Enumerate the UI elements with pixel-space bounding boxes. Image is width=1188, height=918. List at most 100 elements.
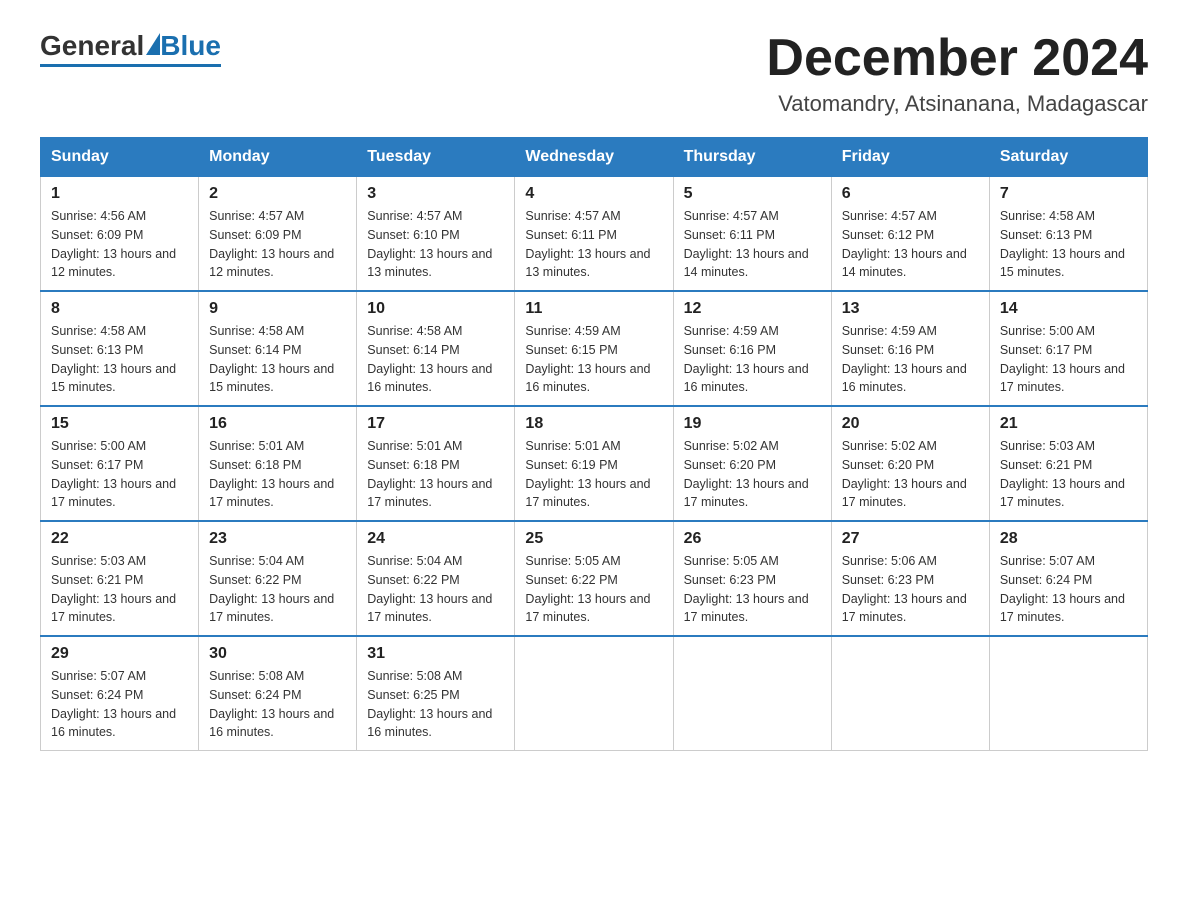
day-number: 30 — [209, 645, 346, 663]
day-cell-23: 23 Sunrise: 5:04 AMSunset: 6:22 PMDaylig… — [199, 521, 357, 636]
day-cell-25: 25 Sunrise: 5:05 AMSunset: 6:22 PMDaylig… — [515, 521, 673, 636]
week-row-1: 1 Sunrise: 4:56 AMSunset: 6:09 PMDayligh… — [41, 177, 1148, 292]
day-info: Sunrise: 4:57 AMSunset: 6:10 PMDaylight:… — [367, 209, 492, 279]
day-number: 24 — [367, 530, 504, 548]
day-cell-10: 10 Sunrise: 4:58 AMSunset: 6:14 PMDaylig… — [357, 291, 515, 406]
empty-cell — [515, 636, 673, 751]
day-cell-24: 24 Sunrise: 5:04 AMSunset: 6:22 PMDaylig… — [357, 521, 515, 636]
month-title: December 2024 — [766, 30, 1148, 87]
column-header-monday: Monday — [199, 138, 357, 177]
day-cell-8: 8 Sunrise: 4:58 AMSunset: 6:13 PMDayligh… — [41, 291, 199, 406]
day-cell-16: 16 Sunrise: 5:01 AMSunset: 6:18 PMDaylig… — [199, 406, 357, 521]
logo-general-text: General — [40, 30, 144, 62]
day-number: 5 — [684, 185, 821, 203]
day-number: 1 — [51, 185, 188, 203]
day-cell-7: 7 Sunrise: 4:58 AMSunset: 6:13 PMDayligh… — [989, 177, 1147, 292]
day-cell-28: 28 Sunrise: 5:07 AMSunset: 6:24 PMDaylig… — [989, 521, 1147, 636]
day-info: Sunrise: 5:00 AMSunset: 6:17 PMDaylight:… — [1000, 324, 1125, 394]
day-info: Sunrise: 5:07 AMSunset: 6:24 PMDaylight:… — [1000, 554, 1125, 624]
day-number: 18 — [525, 415, 662, 433]
column-header-thursday: Thursday — [673, 138, 831, 177]
day-cell-30: 30 Sunrise: 5:08 AMSunset: 6:24 PMDaylig… — [199, 636, 357, 751]
day-cell-2: 2 Sunrise: 4:57 AMSunset: 6:09 PMDayligh… — [199, 177, 357, 292]
day-info: Sunrise: 5:06 AMSunset: 6:23 PMDaylight:… — [842, 554, 967, 624]
logo-underline — [40, 64, 221, 67]
day-number: 27 — [842, 530, 979, 548]
day-number: 31 — [367, 645, 504, 663]
day-info: Sunrise: 4:59 AMSunset: 6:16 PMDaylight:… — [684, 324, 809, 394]
day-info: Sunrise: 5:03 AMSunset: 6:21 PMDaylight:… — [51, 554, 176, 624]
day-cell-6: 6 Sunrise: 4:57 AMSunset: 6:12 PMDayligh… — [831, 177, 989, 292]
day-cell-26: 26 Sunrise: 5:05 AMSunset: 6:23 PMDaylig… — [673, 521, 831, 636]
day-number: 13 — [842, 300, 979, 318]
day-cell-22: 22 Sunrise: 5:03 AMSunset: 6:21 PMDaylig… — [41, 521, 199, 636]
day-number: 7 — [1000, 185, 1137, 203]
day-info: Sunrise: 5:04 AMSunset: 6:22 PMDaylight:… — [209, 554, 334, 624]
day-cell-29: 29 Sunrise: 5:07 AMSunset: 6:24 PMDaylig… — [41, 636, 199, 751]
day-info: Sunrise: 5:01 AMSunset: 6:18 PMDaylight:… — [209, 439, 334, 509]
empty-cell — [989, 636, 1147, 751]
week-row-4: 22 Sunrise: 5:03 AMSunset: 6:21 PMDaylig… — [41, 521, 1148, 636]
day-info: Sunrise: 5:04 AMSunset: 6:22 PMDaylight:… — [367, 554, 492, 624]
day-number: 16 — [209, 415, 346, 433]
day-info: Sunrise: 5:08 AMSunset: 6:24 PMDaylight:… — [209, 669, 334, 739]
day-cell-15: 15 Sunrise: 5:00 AMSunset: 6:17 PMDaylig… — [41, 406, 199, 521]
day-cell-27: 27 Sunrise: 5:06 AMSunset: 6:23 PMDaylig… — [831, 521, 989, 636]
day-cell-9: 9 Sunrise: 4:58 AMSunset: 6:14 PMDayligh… — [199, 291, 357, 406]
logo-area: General Blue — [40, 30, 221, 67]
calendar-header-row: SundayMondayTuesdayWednesdayThursdayFrid… — [41, 138, 1148, 177]
day-cell-21: 21 Sunrise: 5:03 AMSunset: 6:21 PMDaylig… — [989, 406, 1147, 521]
day-info: Sunrise: 5:00 AMSunset: 6:17 PMDaylight:… — [51, 439, 176, 509]
day-number: 8 — [51, 300, 188, 318]
column-header-wednesday: Wednesday — [515, 138, 673, 177]
day-number: 21 — [1000, 415, 1137, 433]
day-cell-11: 11 Sunrise: 4:59 AMSunset: 6:15 PMDaylig… — [515, 291, 673, 406]
day-info: Sunrise: 4:59 AMSunset: 6:16 PMDaylight:… — [842, 324, 967, 394]
day-number: 3 — [367, 185, 504, 203]
empty-cell — [831, 636, 989, 751]
day-info: Sunrise: 4:56 AMSunset: 6:09 PMDaylight:… — [51, 209, 176, 279]
day-info: Sunrise: 4:57 AMSunset: 6:11 PMDaylight:… — [525, 209, 650, 279]
day-number: 20 — [842, 415, 979, 433]
day-info: Sunrise: 5:01 AMSunset: 6:18 PMDaylight:… — [367, 439, 492, 509]
week-row-3: 15 Sunrise: 5:00 AMSunset: 6:17 PMDaylig… — [41, 406, 1148, 521]
day-number: 28 — [1000, 530, 1137, 548]
day-cell-19: 19 Sunrise: 5:02 AMSunset: 6:20 PMDaylig… — [673, 406, 831, 521]
day-number: 14 — [1000, 300, 1137, 318]
day-number: 29 — [51, 645, 188, 663]
day-number: 11 — [525, 300, 662, 318]
calendar-table: SundayMondayTuesdayWednesdayThursdayFrid… — [40, 137, 1148, 751]
day-info: Sunrise: 4:58 AMSunset: 6:14 PMDaylight:… — [367, 324, 492, 394]
day-number: 9 — [209, 300, 346, 318]
day-info: Sunrise: 5:07 AMSunset: 6:24 PMDaylight:… — [51, 669, 176, 739]
day-info: Sunrise: 4:59 AMSunset: 6:15 PMDaylight:… — [525, 324, 650, 394]
day-cell-4: 4 Sunrise: 4:57 AMSunset: 6:11 PMDayligh… — [515, 177, 673, 292]
day-info: Sunrise: 4:57 AMSunset: 6:11 PMDaylight:… — [684, 209, 809, 279]
day-info: Sunrise: 5:01 AMSunset: 6:19 PMDaylight:… — [525, 439, 650, 509]
day-info: Sunrise: 5:02 AMSunset: 6:20 PMDaylight:… — [684, 439, 809, 509]
day-number: 22 — [51, 530, 188, 548]
day-cell-12: 12 Sunrise: 4:59 AMSunset: 6:16 PMDaylig… — [673, 291, 831, 406]
day-cell-3: 3 Sunrise: 4:57 AMSunset: 6:10 PMDayligh… — [357, 177, 515, 292]
day-info: Sunrise: 4:58 AMSunset: 6:13 PMDaylight:… — [1000, 209, 1125, 279]
day-info: Sunrise: 5:05 AMSunset: 6:22 PMDaylight:… — [525, 554, 650, 624]
day-number: 2 — [209, 185, 346, 203]
week-row-2: 8 Sunrise: 4:58 AMSunset: 6:13 PMDayligh… — [41, 291, 1148, 406]
day-cell-13: 13 Sunrise: 4:59 AMSunset: 6:16 PMDaylig… — [831, 291, 989, 406]
day-number: 4 — [525, 185, 662, 203]
title-area: December 2024 Vatomandry, Atsinanana, Ma… — [766, 30, 1148, 117]
day-cell-20: 20 Sunrise: 5:02 AMSunset: 6:20 PMDaylig… — [831, 406, 989, 521]
day-info: Sunrise: 5:03 AMSunset: 6:21 PMDaylight:… — [1000, 439, 1125, 509]
day-number: 25 — [525, 530, 662, 548]
day-number: 26 — [684, 530, 821, 548]
location-subtitle: Vatomandry, Atsinanana, Madagascar — [766, 91, 1148, 117]
page-header: General Blue December 2024 Vatomandry, A… — [40, 30, 1148, 117]
day-number: 23 — [209, 530, 346, 548]
column-header-friday: Friday — [831, 138, 989, 177]
logo-blue-text: Blue — [160, 30, 221, 62]
column-header-tuesday: Tuesday — [357, 138, 515, 177]
day-cell-1: 1 Sunrise: 4:56 AMSunset: 6:09 PMDayligh… — [41, 177, 199, 292]
day-number: 6 — [842, 185, 979, 203]
day-cell-5: 5 Sunrise: 4:57 AMSunset: 6:11 PMDayligh… — [673, 177, 831, 292]
day-cell-17: 17 Sunrise: 5:01 AMSunset: 6:18 PMDaylig… — [357, 406, 515, 521]
